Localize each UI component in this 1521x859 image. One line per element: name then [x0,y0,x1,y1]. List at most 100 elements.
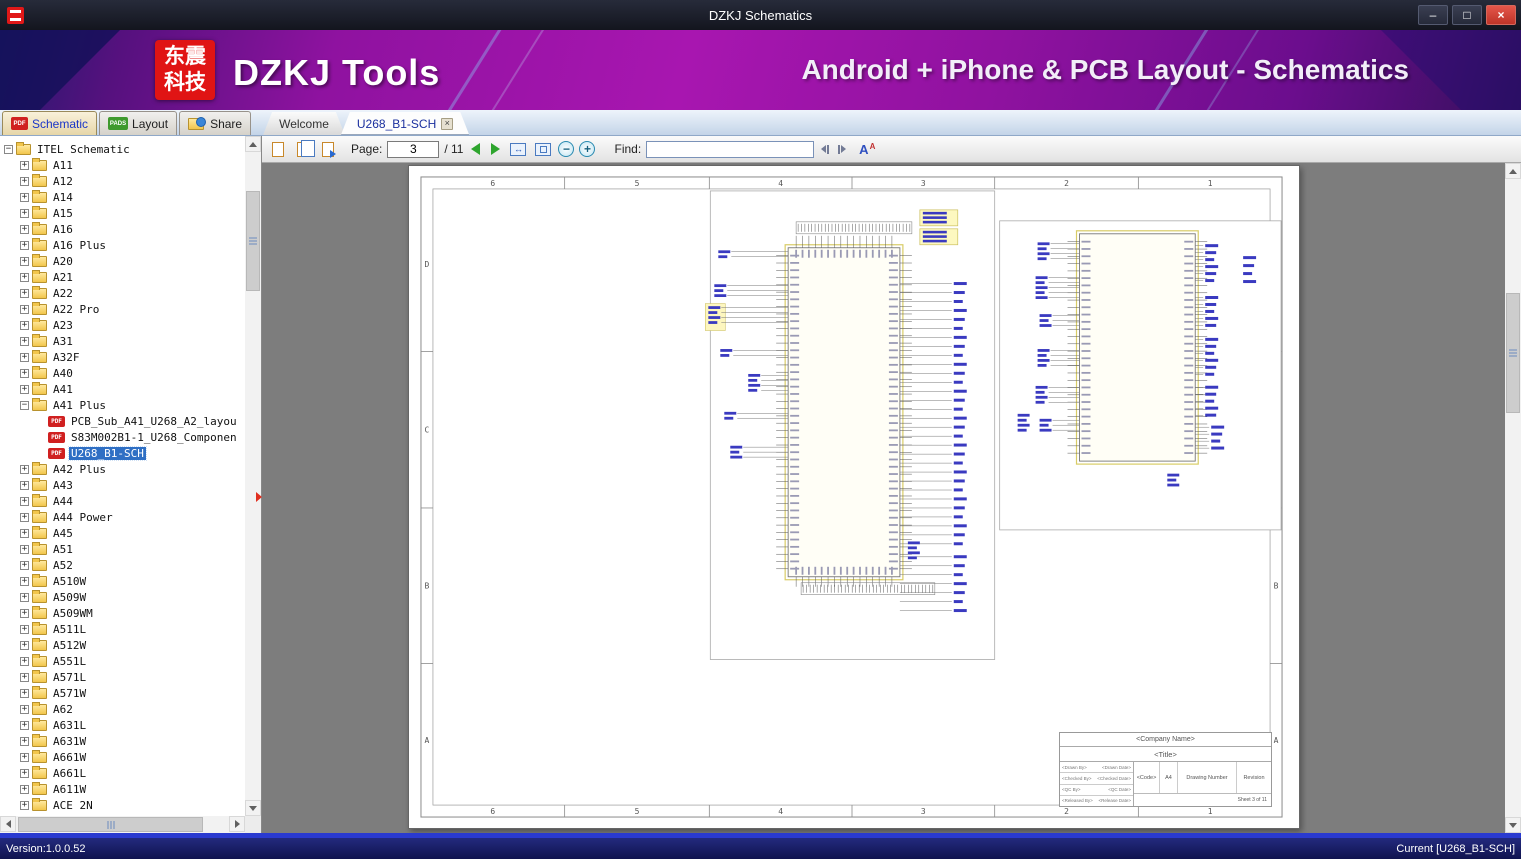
tree-item-folder[interactable]: + A16 [0,221,245,237]
page-number-input[interactable] [387,140,440,158]
scroll-down-arrow[interactable] [245,800,261,816]
collapse-icon[interactable]: − [4,144,13,154]
expand-icon[interactable]: + [20,480,29,490]
scroll-right-arrow[interactable] [229,816,245,832]
multi-page-icon[interactable] [293,139,315,159]
tree-item-folder[interactable]: − A41 Plus [0,397,245,413]
tree-item-folder[interactable]: + A45 [0,525,245,541]
tree-item-folder[interactable]: + A571W [0,685,245,701]
scrollbar-thumb[interactable] [18,817,203,832]
expand-icon[interactable]: + [20,560,29,570]
tab-schematic[interactable]: PDF Schematic [2,111,98,135]
tree-item-folder[interactable]: + A11 [0,157,245,173]
splitter-collapse-icon[interactable] [256,492,262,502]
tree-item-folder[interactable]: + A20 [0,253,245,269]
expand-icon[interactable]: + [20,528,29,538]
find-next-icon[interactable] [838,144,847,154]
tab-close-icon[interactable]: × [441,118,453,130]
collapse-icon[interactable]: − [20,400,29,410]
expand-icon[interactable]: + [20,784,29,794]
expand-icon[interactable]: + [20,368,29,378]
tree-item-folder[interactable]: + A510W [0,573,245,589]
zoom-out-icon[interactable]: − [558,141,575,157]
previous-page-icon[interactable] [471,143,481,155]
tree-item-folder[interactable]: + A44 Power [0,509,245,525]
viewer-vertical-scrollbar[interactable] [1505,163,1521,833]
tree-item-folder[interactable]: + A611W [0,781,245,797]
tree-item-folder[interactable]: + A12 [0,173,245,189]
tree-item-folder[interactable]: + A512W [0,637,245,653]
expand-icon[interactable]: + [20,672,29,682]
doc-tab-welcome[interactable]: Welcome [263,112,345,135]
fit-width-icon[interactable]: ↔ [508,139,528,159]
tree-item-folder[interactable]: + A51 [0,541,245,557]
tree-item-folder[interactable]: + A509WM [0,605,245,621]
font-size-icon[interactable]: AA [859,142,875,157]
tree-item-folder[interactable]: + A52 [0,557,245,573]
maximize-button[interactable]: □ [1452,5,1482,25]
scrollbar-thumb[interactable] [1506,293,1520,413]
expand-icon[interactable]: + [20,736,29,746]
expand-icon[interactable]: + [20,608,29,618]
tree-item-folder[interactable]: + A23 [0,317,245,333]
tree-item-folder[interactable]: + A22 [0,285,245,301]
expand-icon[interactable]: + [20,288,29,298]
tree-item-folder[interactable]: + A16 Plus [0,237,245,253]
tree-item-folder[interactable]: + A571L [0,669,245,685]
expand-icon[interactable]: + [20,800,29,810]
tree-item-folder[interactable]: + ACE 2N [0,797,245,813]
next-page-icon[interactable] [491,143,501,155]
doc-tab-document[interactable]: U268_B1-SCH × [341,112,469,135]
tree-item-folder[interactable]: + A22 Pro [0,301,245,317]
tree-item-folder[interactable]: + A31 [0,333,245,349]
tab-share[interactable]: Share [179,111,252,135]
expand-icon[interactable]: + [20,352,29,362]
tree-item-folder[interactable]: − ITEL Schematic [0,141,245,157]
minimize-button[interactable]: – [1418,5,1448,25]
fit-page-icon[interactable] [533,139,553,159]
expand-icon[interactable]: + [20,224,29,234]
tree-vertical-scrollbar[interactable] [245,136,261,816]
expand-icon[interactable]: + [20,336,29,346]
tree-item-folder[interactable]: + A32F [0,349,245,365]
tree-item-folder[interactable]: + A41 [0,381,245,397]
expand-icon[interactable]: + [20,256,29,266]
tab-layout[interactable]: PADS Layout [99,111,178,135]
expand-icon[interactable]: + [20,496,29,506]
tree-item-folder[interactable]: + A40 [0,365,245,381]
tree-item-folder[interactable]: + A14 [0,189,245,205]
tree-item-pdf[interactable]: PDF S83M002B1-1_U268_Componen [0,429,245,445]
tree-item-folder[interactable]: + A44 [0,493,245,509]
expand-icon[interactable]: + [20,704,29,714]
find-input[interactable] [646,140,815,158]
tree-item-folder[interactable]: + A551L [0,653,245,669]
expand-icon[interactable]: + [20,576,29,586]
expand-icon[interactable]: + [20,720,29,730]
expand-icon[interactable]: + [20,304,29,314]
tree-item-folder[interactable]: + A42 Plus [0,461,245,477]
tree-item-pdf[interactable]: PDF U268_B1-SCH [0,445,245,461]
expand-icon[interactable]: + [20,208,29,218]
expand-icon[interactable]: + [20,272,29,282]
document-canvas[interactable]: 665544332211DDCCBBAA <Company Name> <Tit… [262,163,1521,833]
expand-icon[interactable]: + [20,544,29,554]
tree-item-folder[interactable]: + A511L [0,621,245,637]
expand-icon[interactable]: + [20,160,29,170]
tree-item-pdf[interactable]: PDF PCB_Sub_A41_U268_A2_layou [0,413,245,429]
find-previous-icon[interactable] [821,144,830,154]
tree-item-folder[interactable]: + A15 [0,205,245,221]
expand-icon[interactable]: + [20,320,29,330]
tree-item-folder[interactable]: + A661W [0,749,245,765]
expand-icon[interactable]: + [20,512,29,522]
tree-item-folder[interactable]: + A631L [0,717,245,733]
expand-icon[interactable]: + [20,768,29,778]
tree-horizontal-scrollbar[interactable] [0,816,245,833]
expand-icon[interactable]: + [20,192,29,202]
tree-item-folder[interactable]: + A631W [0,733,245,749]
tree-item-folder[interactable]: + A43 [0,477,245,493]
page-scroll-icon[interactable] [318,139,338,159]
expand-icon[interactable]: + [20,688,29,698]
expand-icon[interactable]: + [20,656,29,666]
expand-icon[interactable]: + [20,752,29,762]
scroll-down-arrow[interactable] [1505,817,1521,833]
